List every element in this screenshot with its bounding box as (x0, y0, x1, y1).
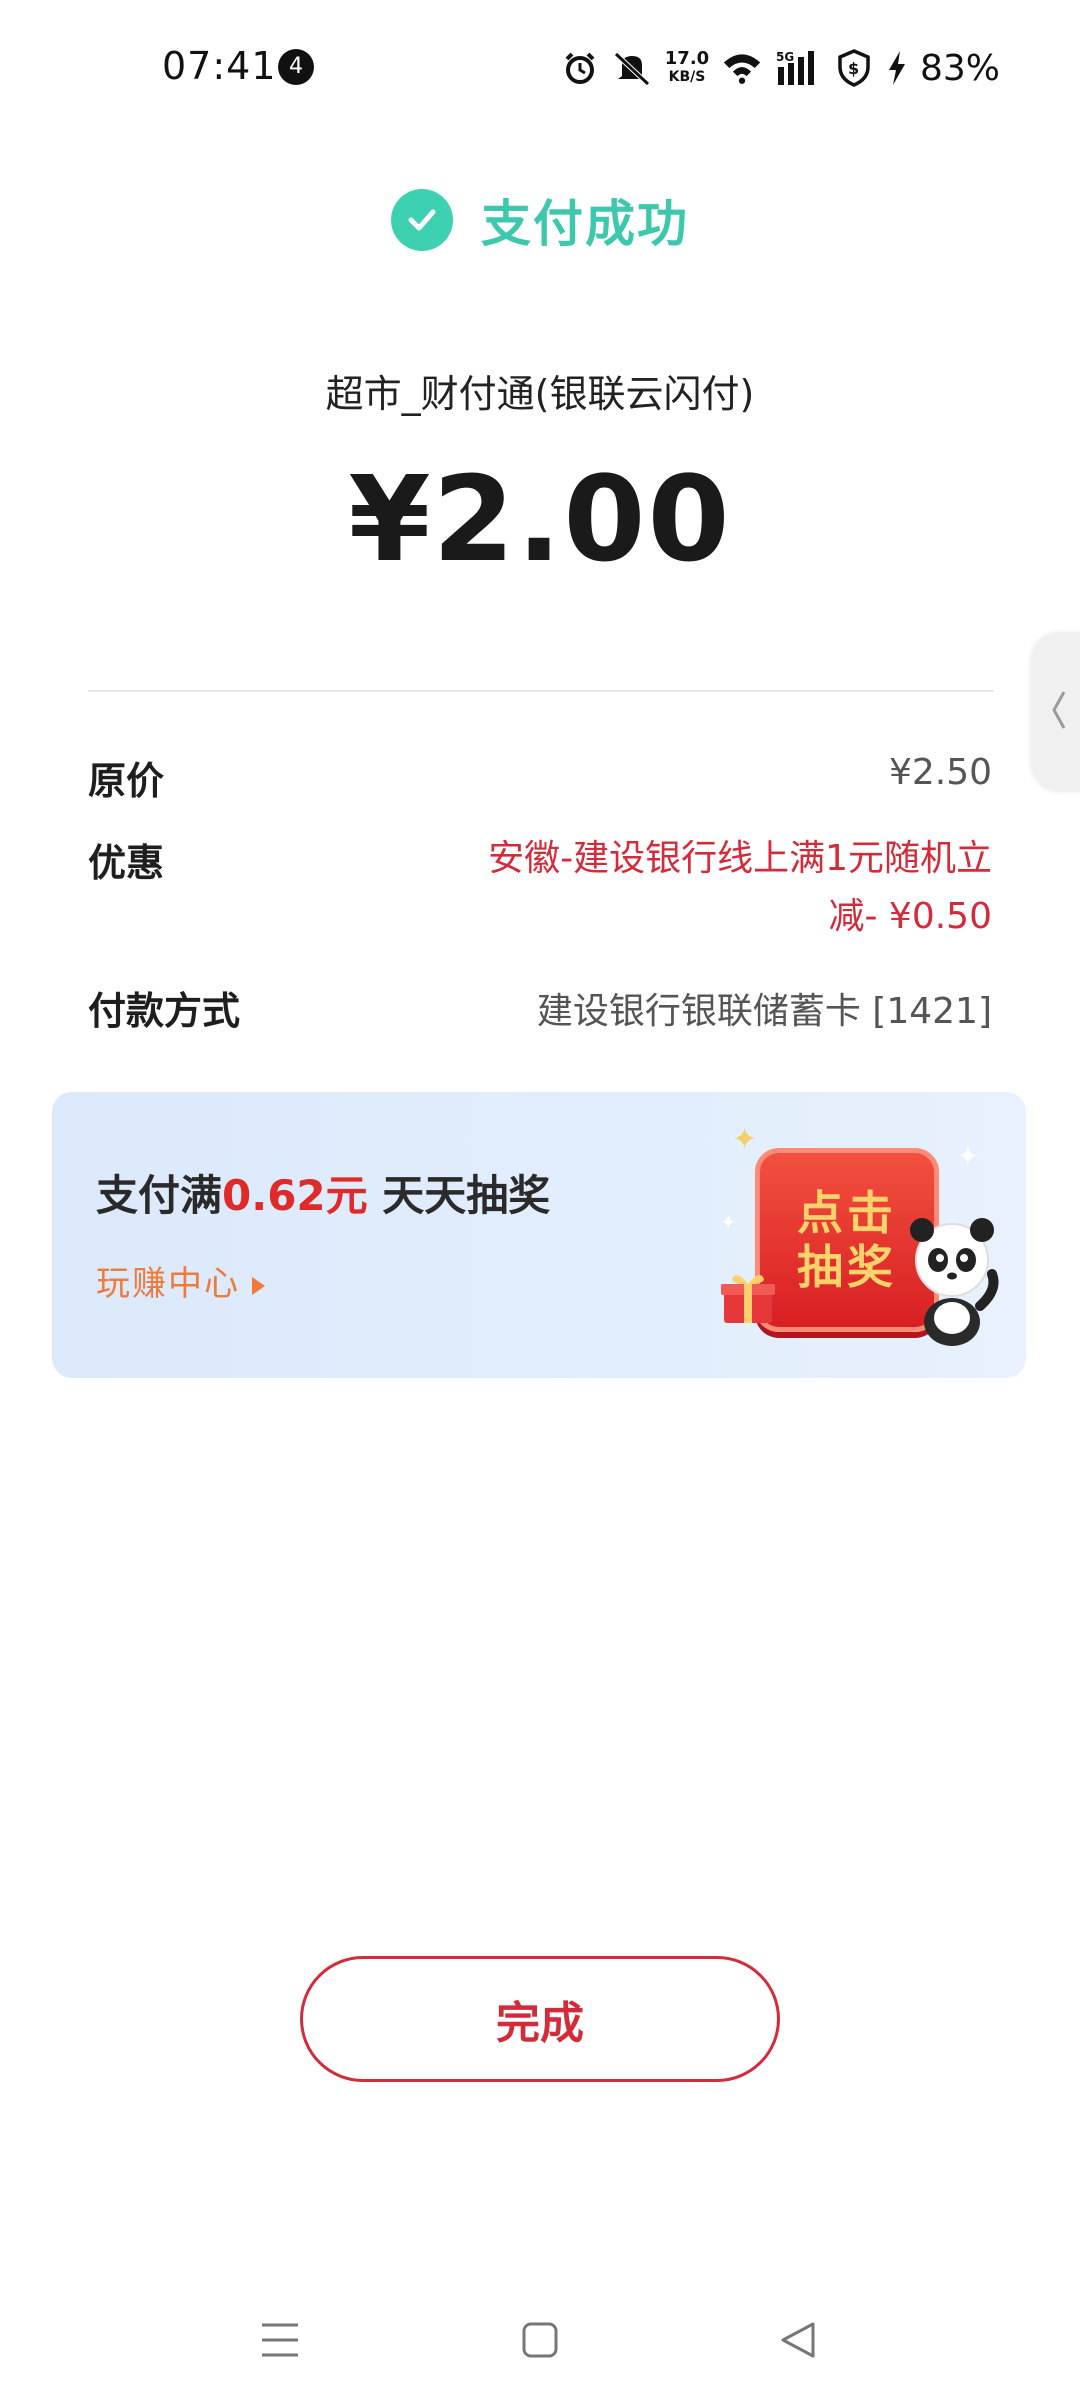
svg-text:$: $ (848, 59, 859, 78)
net-speed-value: 17.0 (664, 48, 710, 69)
status-icons: 17.0 KB/S 5G $ 83% (560, 40, 1000, 96)
banner-title-suffix: 天天抽奖 (367, 1171, 551, 1220)
sparkle-icon: ✦ (720, 1210, 737, 1234)
sparkle-icon: ✦ (732, 1122, 758, 1157)
back-icon[interactable] (768, 2310, 828, 2370)
payment-amount: ¥2.00 (348, 450, 732, 588)
notification-badge: 4 (278, 49, 314, 85)
mute-icon (612, 48, 652, 88)
banner-title-prefix: 支付满 (96, 1171, 223, 1220)
discount-label: 优惠 (88, 841, 165, 885)
system-nav-bar (0, 2290, 1080, 2390)
lottery-label-line1: 点击 (797, 1186, 897, 1240)
play-earn-center-label: 玩赚中心 (96, 1264, 240, 1304)
chevron-left-icon (1050, 688, 1068, 736)
charging-icon (886, 48, 908, 88)
banner-title: 支付满0.62元 天天抽奖 (96, 1162, 550, 1223)
alarm-icon (560, 48, 600, 88)
payment-method-value: 建设银行银联储蓄卡 [1421] (536, 991, 992, 1032)
battery-level: 83% (919, 47, 1000, 89)
original-price-value: ¥2.50 (888, 752, 992, 793)
lottery-label-line2: 抽奖 (797, 1240, 897, 1294)
status-bar: 07:41 4 17.0 KB/S 5G $ 83% (0, 0, 1080, 140)
payment-status: 支付成功 (0, 180, 1080, 260)
merchant-name: 超市_财付通(银联云闪付) (325, 372, 755, 416)
signal-icon: 5G (774, 48, 822, 88)
net-speed-unit: KB/S (668, 69, 706, 85)
discount-value-line1: 安徽-建设银行线上满1元随机立 (488, 838, 992, 879)
lottery-banner[interactable]: 支付满0.62元 天天抽奖 玩赚中心 ✦ ✦ ✦ 点击 抽奖 (52, 1092, 1026, 1378)
net-speed: 17.0 KB/S (664, 48, 710, 88)
original-price-label: 原价 (88, 759, 165, 803)
discount-value-line2: 减- ¥0.50 (828, 896, 993, 937)
status-title: 支付成功 (481, 195, 689, 253)
play-earn-center-link[interactable]: 玩赚中心 (96, 1256, 265, 1305)
vpn-shield-icon: $ (834, 48, 874, 88)
done-button[interactable]: 完成 (300, 1956, 780, 2082)
divider (88, 690, 994, 692)
menu-icon[interactable] (250, 2310, 310, 2370)
payment-method-label: 付款方式 (88, 989, 241, 1033)
discount-value: 安徽-建设银行线上满1元随机立 减- ¥0.50 (432, 830, 992, 946)
gift-box-icon (718, 1267, 778, 1327)
status-time: 07:41 (162, 44, 277, 88)
side-panel-handle[interactable] (1032, 632, 1080, 792)
svg-text:5G: 5G (776, 50, 794, 64)
sparkle-icon: ✦ (957, 1142, 979, 1172)
panda-mascot-icon (902, 1210, 1002, 1350)
check-circle-icon (391, 189, 453, 251)
wifi-icon (722, 48, 762, 88)
home-icon[interactable] (510, 2310, 570, 2370)
play-arrow-icon (252, 1276, 265, 1295)
banner-title-amount: 0.62元 (222, 1171, 368, 1220)
